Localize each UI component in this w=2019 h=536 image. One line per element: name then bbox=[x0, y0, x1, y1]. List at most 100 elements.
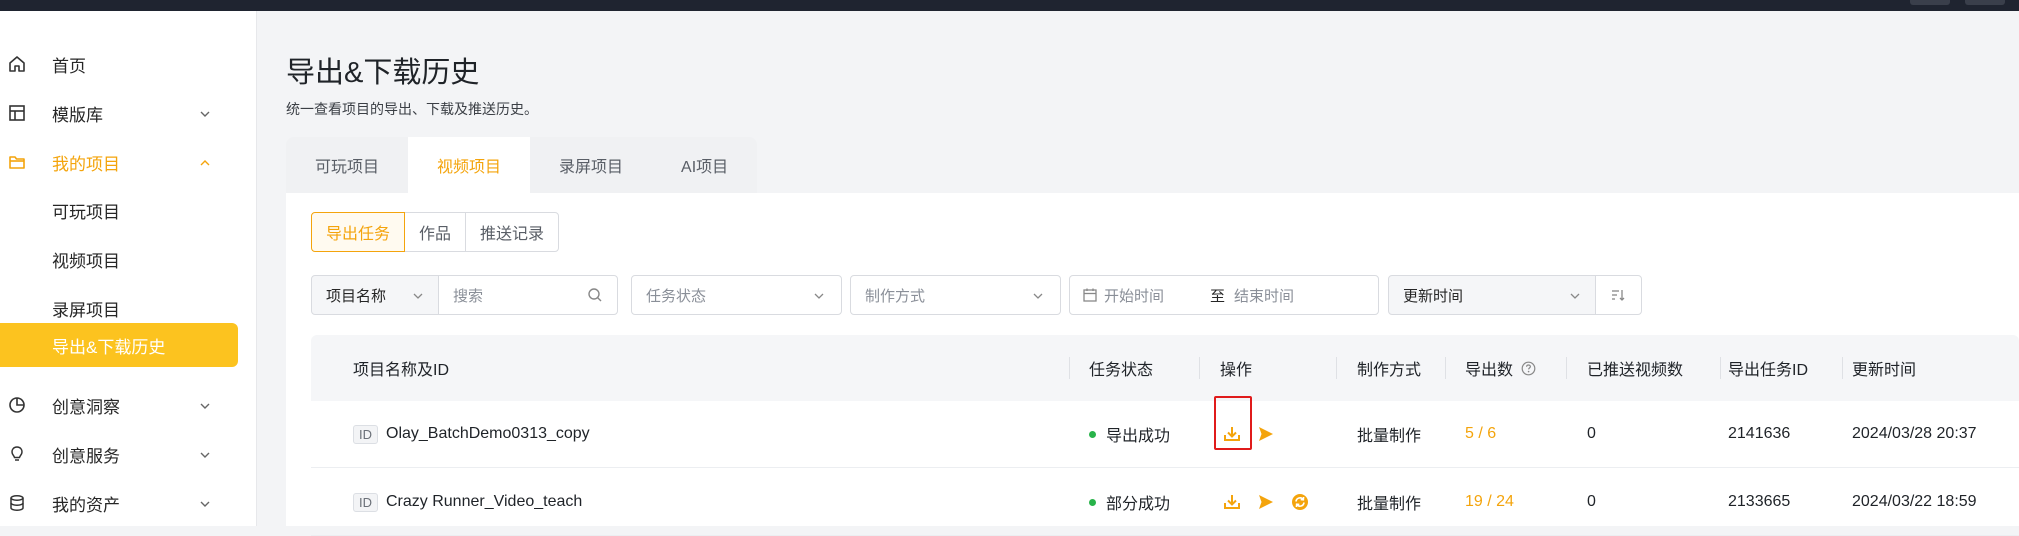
project-cell: ID Olay_BatchDemo0313_copy bbox=[353, 401, 590, 467]
end-time-placeholder: 结束时间 bbox=[1234, 287, 1295, 305]
start-time-placeholder: 开始时间 bbox=[1104, 287, 1165, 305]
project-cell: ID Crazy Runner_Video_teach bbox=[353, 469, 582, 535]
tab-recording[interactable]: 录屏项目 bbox=[530, 137, 653, 193]
pushed-count-cell: 0 bbox=[1587, 425, 1596, 442]
column-header-label: 导出数 bbox=[1465, 362, 1514, 379]
project-name: Crazy Runner_Video_teach bbox=[386, 493, 583, 510]
updated-time-cell: 2024/03/28 20:37 bbox=[1852, 425, 1977, 442]
select-placeholder: 制作方式 bbox=[865, 287, 926, 305]
sidebar-item-label: 模版库 bbox=[52, 105, 103, 125]
chevron-down-icon bbox=[412, 289, 424, 301]
export-count-cell: 5 / 6 bbox=[1465, 425, 1497, 442]
column-header: 导出任务ID bbox=[1728, 362, 1809, 379]
pie-chart-icon bbox=[7, 395, 27, 415]
top-bar bbox=[0, 0, 2019, 11]
column-header: 已推送视频数 bbox=[1587, 362, 1684, 379]
sidebar-item-video-projects[interactable]: 视频项目 bbox=[0, 237, 238, 281]
sidebar-item-my-projects[interactable]: 我的项目 bbox=[0, 140, 238, 184]
method-cell: 批量制作 bbox=[1357, 496, 1422, 513]
tab-video[interactable]: 视频项目 bbox=[408, 137, 531, 193]
segment-works[interactable]: 作品 bbox=[404, 212, 467, 252]
sidebar-item-label: 视频项目 bbox=[52, 251, 120, 271]
search-icon[interactable] bbox=[587, 287, 603, 303]
status-cell: 部分成功 bbox=[1089, 469, 1170, 535]
sidebar-item-my-assets[interactable]: 我的资产 bbox=[0, 481, 238, 525]
select-value: 更新时间 bbox=[1403, 287, 1464, 305]
sidebar-item-creative-services[interactable]: 创意服务 bbox=[0, 432, 238, 476]
tab-ai[interactable]: AI项目 bbox=[652, 137, 758, 193]
id-tag[interactable]: ID bbox=[353, 424, 378, 444]
updated-time-cell: 2024/03/22 18:59 bbox=[1852, 493, 1977, 510]
column-divider bbox=[1069, 357, 1070, 379]
actions-cell bbox=[1221, 401, 1289, 467]
template-icon bbox=[7, 103, 27, 123]
download-icon[interactable] bbox=[1221, 423, 1243, 445]
tab-playable[interactable]: 可玩项目 bbox=[286, 137, 409, 193]
column-divider bbox=[1842, 357, 1843, 379]
main-content: 导出&下载历史 统一查看项目的导出、下载及推送历史。 可玩项目 视频项目 录屏项… bbox=[257, 11, 2019, 536]
sidebar-item-templates[interactable]: 模版库 bbox=[0, 91, 238, 135]
chevron-down-icon bbox=[198, 496, 212, 510]
sidebar-item-creative-insights[interactable]: 创意洞察 bbox=[0, 383, 238, 427]
column-divider bbox=[1336, 357, 1337, 379]
status-dot bbox=[1089, 498, 1096, 506]
topbar-button[interactable] bbox=[1965, 0, 2005, 5]
segment-export-tasks[interactable]: 导出任务 bbox=[311, 212, 406, 252]
view-segmented-control: 导出任务 作品 推送记录 bbox=[311, 212, 560, 252]
download-icon[interactable] bbox=[1221, 491, 1243, 513]
sort-order-button[interactable] bbox=[1595, 275, 1642, 315]
chevron-down-icon bbox=[198, 398, 212, 412]
range-separator: 至 bbox=[1210, 287, 1226, 305]
column-header: 制作方式 bbox=[1357, 362, 1422, 379]
sidebar-item-label: 首页 bbox=[52, 56, 86, 76]
task-status-select[interactable]: 任务状态 bbox=[631, 275, 842, 315]
column-header: 操作 bbox=[1220, 362, 1253, 379]
send-icon[interactable] bbox=[1255, 491, 1277, 513]
sort-field-select[interactable]: 更新时间 bbox=[1388, 275, 1597, 315]
sidebar-item-label: 我的资产 bbox=[52, 495, 120, 515]
sidebar-item-export-history[interactable]: 导出&下载历史 bbox=[0, 323, 238, 367]
page-title: 导出&下载历史 bbox=[286, 57, 480, 89]
project-tabs: 可玩项目 视频项目 录屏项目 AI项目 bbox=[286, 137, 758, 193]
status-dot bbox=[1089, 430, 1096, 438]
status-cell: 导出成功 bbox=[1089, 401, 1170, 467]
make-method-select[interactable]: 制作方式 bbox=[850, 275, 1061, 315]
sidebar: 首页 模版库 我的项目 可玩项目 视频项目 录屏项目 导出&下载历史 创意洞察 bbox=[0, 11, 257, 526]
sidebar-item-home[interactable]: 首页 bbox=[0, 42, 238, 86]
page-subtitle: 统一查看项目的导出、下载及推送历史。 bbox=[286, 101, 538, 117]
sidebar-item-label: 录屏项目 bbox=[52, 300, 120, 320]
column-header: 任务状态 bbox=[1089, 362, 1154, 379]
id-tag[interactable]: ID bbox=[353, 492, 378, 512]
sidebar-item-label: 创意洞察 bbox=[52, 397, 120, 417]
column-header: 更新时间 bbox=[1852, 362, 1917, 379]
column-header: 项目名称及ID bbox=[353, 362, 450, 379]
chevron-up-icon bbox=[198, 155, 212, 169]
chevron-down-icon bbox=[813, 289, 825, 301]
sort-icon bbox=[1610, 287, 1626, 303]
search-input[interactable]: 搜索 bbox=[438, 275, 618, 315]
table-header: 项目名称及ID 任务状态 操作 制作方式 导出数 已推送视频数 导出任务ID 更… bbox=[311, 335, 2019, 401]
date-range-picker[interactable]: 开始时间 至 结束时间 bbox=[1069, 275, 1379, 315]
column-divider bbox=[1720, 357, 1721, 379]
segment-push-records[interactable]: 推送记录 bbox=[465, 212, 560, 252]
status-text: 导出成功 bbox=[1106, 428, 1171, 445]
chevron-down-icon bbox=[198, 106, 212, 120]
column-divider bbox=[1199, 357, 1200, 379]
chevron-down-icon bbox=[1569, 289, 1581, 301]
project-field-select[interactable]: 项目名称 bbox=[311, 275, 440, 315]
topbar-button[interactable] bbox=[1910, 0, 1950, 5]
search-placeholder: 搜索 bbox=[453, 287, 484, 305]
sidebar-item-label: 可玩项目 bbox=[52, 202, 120, 222]
calendar-icon bbox=[1082, 287, 1098, 303]
select-placeholder: 任务状态 bbox=[646, 287, 707, 305]
send-icon[interactable] bbox=[1255, 423, 1277, 445]
folder-icon bbox=[7, 152, 27, 172]
refresh-icon[interactable] bbox=[1289, 491, 1311, 513]
export-count-cell: 19 / 24 bbox=[1465, 493, 1514, 510]
help-icon[interactable] bbox=[1521, 361, 1536, 376]
sidebar-item-playable-projects[interactable]: 可玩项目 bbox=[0, 188, 238, 232]
sidebar-item-label: 创意服务 bbox=[52, 446, 120, 466]
column-header-with-help: 导出数 bbox=[1465, 335, 1536, 401]
chevron-down-icon bbox=[1032, 289, 1044, 301]
select-value: 项目名称 bbox=[326, 287, 387, 305]
